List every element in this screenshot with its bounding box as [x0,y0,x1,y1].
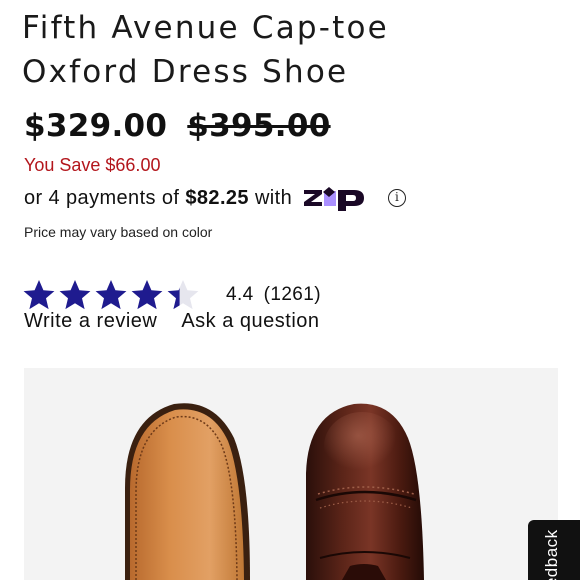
info-icon[interactable]: i [388,189,407,207]
star-rating[interactable] [22,278,200,312]
feedback-tab-label: Feedback [542,529,561,580]
review-count[interactable]: (1261) [264,284,321,306]
rating-value: 4.4 [226,284,254,305]
star-icon [23,280,55,310]
star-icon [131,280,163,310]
installment-suffix: with [254,186,293,209]
price-row: $329.00 $395.00 [24,108,331,148]
product-title: Fifth Avenue Cap-toe Oxford Dress Shoe [22,6,562,94]
shoe-illustration [125,403,424,580]
product-title-line-2: Oxford Dress Shoe [22,54,349,90]
savings-text: You Save $66.00 [24,155,161,175]
sale-price: $329.00 [24,108,168,144]
zip-logo-icon[interactable] [302,185,379,211]
star-icon [167,280,199,310]
price-note: Price may vary based on color [24,224,213,240]
installment-offer: or 4 payments of $82.25 with i [24,183,407,213]
product-title-line-1: Fifth Avenue Cap-toe [22,10,389,46]
star-icon [59,280,91,310]
review-actions: Write a review Ask a question [24,310,320,338]
original-price: $395.00 [187,108,331,144]
feedback-tab[interactable]: Feedback [528,520,580,580]
installment-prefix: or 4 payments of [24,186,180,209]
write-review-link[interactable]: Write a review [24,310,157,338]
installment-amount: $82.25 [185,186,249,209]
star-icon [95,280,127,310]
product-image[interactable] [24,368,558,580]
ask-question-link[interactable]: Ask a question [181,310,319,338]
rating-summary[interactable]: 4.4 (1261) [22,278,321,312]
